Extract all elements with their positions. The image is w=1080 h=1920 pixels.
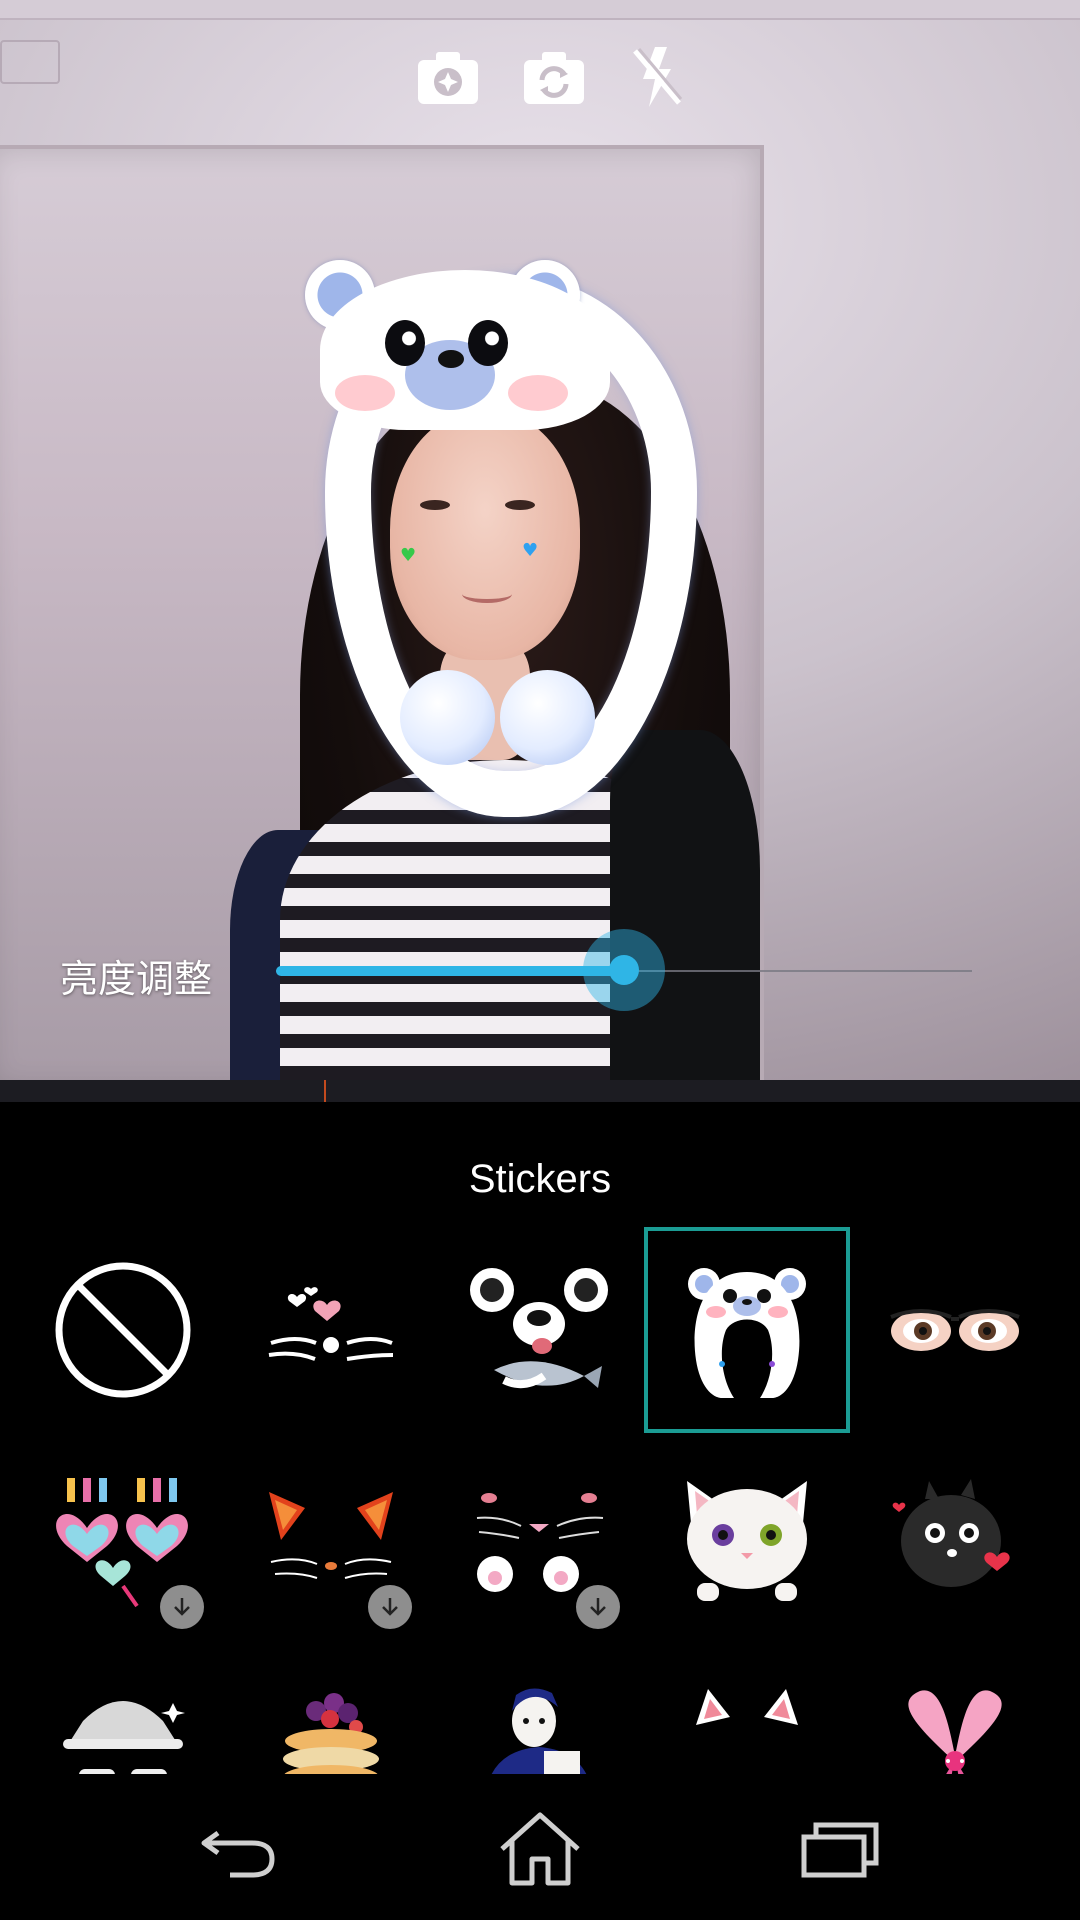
bear-eye bbox=[468, 320, 508, 366]
sticker-item-selected[interactable] bbox=[644, 1227, 850, 1433]
sticker-item[interactable] bbox=[436, 1435, 642, 1641]
heart-icon: ♥ bbox=[400, 545, 417, 566]
recent-apps-button[interactable] bbox=[790, 1804, 890, 1894]
blue-character-icon bbox=[491, 1688, 587, 1774]
switch-camera-button[interactable] bbox=[517, 40, 591, 114]
camera-effects-button[interactable] bbox=[411, 40, 485, 114]
heart-icon: ♥ bbox=[522, 540, 539, 561]
pancake-berries-icon bbox=[283, 1693, 379, 1774]
polar-bear-hood-icon bbox=[688, 1268, 806, 1398]
panda-fish-icon bbox=[470, 1268, 608, 1389]
sticker-item[interactable] bbox=[20, 1227, 226, 1433]
eyes-glasses-icon bbox=[890, 1309, 1020, 1351]
brightness-label: 亮度调整 bbox=[60, 957, 213, 1001]
progress-divider bbox=[0, 1080, 1080, 1102]
progress-marker bbox=[324, 1080, 326, 1102]
back-icon bbox=[201, 1830, 275, 1878]
subject-backpack bbox=[610, 730, 760, 1080]
back-button[interactable] bbox=[190, 1804, 290, 1894]
download-icon bbox=[590, 1598, 606, 1616]
switch-camera-icon bbox=[524, 52, 584, 104]
sticker-item[interactable] bbox=[228, 1435, 434, 1641]
system-nav-bar bbox=[0, 1774, 1080, 1920]
sticker-item[interactable] bbox=[852, 1435, 1058, 1641]
download-icon bbox=[382, 1598, 398, 1616]
sticker-item[interactable] bbox=[20, 1435, 226, 1641]
camera-toolbar bbox=[0, 40, 1080, 120]
sticker-item[interactable] bbox=[436, 1643, 642, 1774]
sticker-item[interactable] bbox=[644, 1435, 850, 1641]
camera-effects-icon bbox=[418, 52, 478, 104]
bear-pompom bbox=[500, 670, 595, 765]
pink-cat-paws-icon bbox=[476, 1493, 604, 1592]
sticker-item[interactable] bbox=[852, 1227, 1058, 1433]
download-badge bbox=[576, 1585, 620, 1629]
white-cat-face-icon bbox=[687, 1481, 807, 1601]
bear-nose bbox=[438, 350, 464, 368]
sticker-item[interactable] bbox=[20, 1643, 226, 1774]
flash-off-icon bbox=[633, 47, 683, 107]
cat-ears-icon bbox=[696, 1689, 798, 1725]
sticker-item[interactable] bbox=[436, 1227, 642, 1433]
sticker-item[interactable] bbox=[228, 1643, 434, 1774]
brightness-control: 亮度调整 bbox=[60, 929, 980, 1011]
bear-eye bbox=[385, 320, 425, 366]
home-button[interactable] bbox=[490, 1804, 590, 1894]
stickers-title: Stickers bbox=[468, 1157, 612, 1201]
black-fluffy-creature-icon bbox=[892, 1479, 1010, 1587]
none-icon bbox=[55, 1262, 191, 1398]
download-badge bbox=[368, 1585, 412, 1629]
cat-whiskers-hearts-icon bbox=[268, 1287, 394, 1361]
camera-preview[interactable]: ♥ ♥ 亮度调整 bbox=[0, 0, 1080, 1080]
sticker-item[interactable] bbox=[852, 1643, 1058, 1774]
home-icon bbox=[500, 1812, 580, 1886]
stickers-panel: Stickers bbox=[0, 1102, 1080, 1774]
background-wall bbox=[0, 0, 1080, 20]
download-icon bbox=[174, 1598, 190, 1616]
sticker-item[interactable] bbox=[644, 1643, 850, 1774]
sticker-item[interactable] bbox=[228, 1227, 434, 1433]
bear-blush bbox=[508, 375, 568, 411]
brightness-slider-thumb[interactable] bbox=[583, 929, 665, 1011]
download-badge bbox=[160, 1585, 204, 1629]
pink-bow-icon bbox=[908, 1690, 1002, 1774]
brightness-slider-fill bbox=[276, 966, 624, 976]
flash-off-button[interactable] bbox=[620, 40, 694, 114]
red-cat-ears-icon bbox=[269, 1492, 393, 1579]
bucket-hat-sunglasses-icon bbox=[63, 1701, 185, 1774]
bear-blush bbox=[335, 375, 395, 411]
brightness-slider[interactable] bbox=[276, 929, 972, 1011]
recent-apps-icon bbox=[801, 1822, 879, 1878]
bear-pompom bbox=[400, 670, 495, 765]
